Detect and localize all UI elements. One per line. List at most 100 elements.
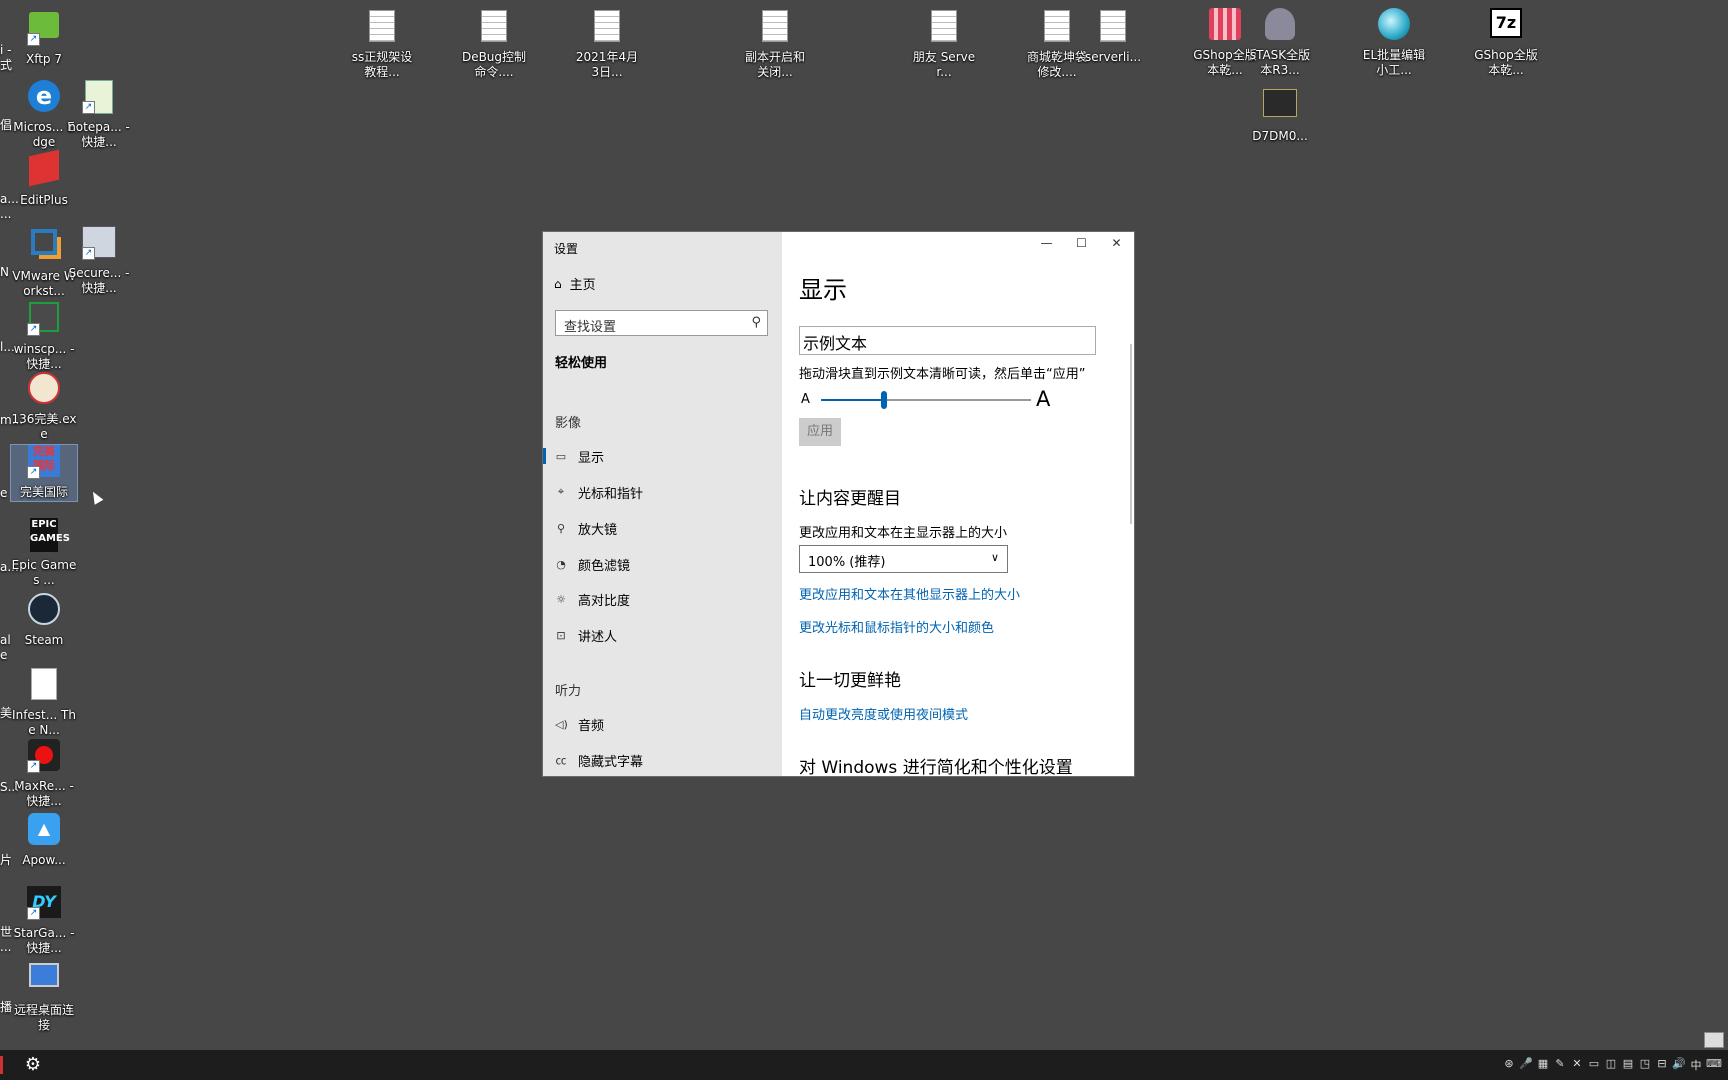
desktop-icon-doc-4[interactable]: 副本开启和关闭... <box>742 8 808 80</box>
desktop-icon-perfect-world[interactable]: 完美 国际 ↗ 完美国际 <box>10 444 78 502</box>
search-icon[interactable]: ⚲ <box>751 315 761 330</box>
tray-icon[interactable]: ▭ <box>1587 1057 1601 1073</box>
text-file-icon <box>1096 10 1130 44</box>
tray-icon[interactable]: ⊟ <box>1655 1057 1669 1073</box>
sidebar-item-label: 光标和指针 <box>578 486 644 502</box>
tray-icon[interactable]: ✕ <box>1570 1057 1584 1073</box>
narrator-icon: ⊡ <box>556 628 566 642</box>
sidebar-item-label: 颜色滤镜 <box>578 558 631 574</box>
link-cursor-size[interactable]: 更改光标和鼠标指针的大小和颜色 <box>799 617 994 636</box>
desktop-icon-infest[interactable]: Infest... The N... <box>11 666 77 738</box>
link-other-displays[interactable]: 更改应用和文本在其他显示器上的大小 <box>799 584 1020 603</box>
scale-dropdown[interactable]: 100% (推荐) ∨ <box>799 545 1008 573</box>
page-title: 显示 <box>799 276 847 304</box>
desktop-icon-doc-5[interactable]: 朋友 Server... <box>911 8 977 80</box>
desktop-icon-maxrecorder[interactable]: ↗ MaxRe... - 快捷... <box>11 739 77 809</box>
desktop-icon-remote-desktop[interactable]: 远程桌面连接 <box>11 960 77 1033</box>
notification-icon[interactable] <box>1704 1032 1724 1048</box>
desktop-icon-doc-2[interactable]: DeBug控制命令.... <box>461 8 527 80</box>
slider-track[interactable] <box>821 391 1031 409</box>
desktop-icon-136-exe[interactable]: 136完美.exe <box>11 372 77 442</box>
desktop-icon-doc-3[interactable]: 2021年4月3日... <box>574 8 640 80</box>
text-file-icon <box>758 10 792 44</box>
desktop-icon-steam[interactable]: Steam <box>11 593 77 648</box>
tray-icon[interactable]: ▦ <box>1536 1057 1550 1073</box>
section-hearing: 听力 <box>555 684 582 699</box>
sidebar-item-color-filter[interactable]: ◔ 颜色滤镜 <box>543 549 782 579</box>
scale-label: 更改应用和文本在主显示器上的大小 <box>799 526 1008 541</box>
desktop-icon-editplus[interactable]: EditPlus <box>11 149 77 208</box>
apply-button[interactable]: 应用 <box>799 418 841 446</box>
perfect-world-icon: 完美 国际 ↗ <box>27 445 61 479</box>
desktop-icon-doc-7[interactable]: serverli... <box>1080 8 1146 65</box>
category-title: 轻松使用 <box>555 356 608 371</box>
sidebar-item-label: 放大镜 <box>578 522 618 538</box>
desktop-icon-stask[interactable]: sTASK全版本R3... <box>1247 8 1313 78</box>
el-editor-icon <box>1377 8 1411 42</box>
slider-max-label: A <box>1036 387 1051 411</box>
tray-icon[interactable]: ◫ <box>1604 1057 1618 1073</box>
desktop-icon-notepad[interactable]: ↗ notepa... - 快捷... <box>66 80 132 150</box>
home-nav[interactable]: ⌂ 主页 <box>554 274 596 294</box>
game-exe-icon <box>27 372 61 406</box>
input-method-indicator[interactable]: 中 <box>1689 1057 1703 1073</box>
sidebar-item-cursor[interactable]: ⌖ 光标和指针 <box>543 477 782 507</box>
settings-sidebar: 设置 ⌂ 主页 查找设置 ⚲ 轻松使用 影像 ▭ 显示 ⌖ 光标和指针 ⚲ 放大… <box>543 232 782 776</box>
desktop-icon-epic-games[interactable]: EPIC GAMES Epic Games ... <box>11 518 77 588</box>
sidebar-item-audio[interactable]: ◁) 音频 <box>543 709 782 739</box>
text-size-slider[interactable]: A A <box>799 387 1054 411</box>
section-vision: 影像 <box>555 416 582 431</box>
section-title-visibility: 让内容更醒目 <box>799 489 901 509</box>
section-title-personalize: 对 Windows 进行简化和个性化设置 <box>799 758 1073 777</box>
text-file-icon <box>590 10 624 44</box>
sidebar-item-display[interactable]: ▭ 显示 <box>543 441 782 471</box>
settings-window: 设置 ⌂ 主页 查找设置 ⚲ 轻松使用 影像 ▭ 显示 ⌖ 光标和指针 ⚲ 放大… <box>542 231 1135 777</box>
vmware-icon <box>27 229 61 263</box>
desktop-icon-xftp[interactable]: ↗ Xftp 7 <box>11 8 77 67</box>
desktop-icon-stargame[interactable]: DY ↗ StarGa... - 快捷... <box>11 886 77 956</box>
minimize-button[interactable]: — <box>1029 232 1064 254</box>
desktop-icon-doc-1[interactable]: ss正规架设教程... <box>349 8 415 80</box>
sidebar-item-captions[interactable]: ㏄ 隐藏式字幕 <box>543 745 782 775</box>
slider-thumb[interactable] <box>881 391 887 409</box>
tray-icon[interactable]: ✎ <box>1553 1057 1567 1073</box>
maximize-button[interactable]: ☐ <box>1064 232 1099 254</box>
gshop-icon <box>1208 8 1242 42</box>
tray-icon[interactable]: ⊛ <box>1502 1057 1516 1073</box>
close-button[interactable]: ✕ <box>1099 232 1134 254</box>
desktop-icon-d7dm[interactable]: D7DM0... <box>1247 86 1313 144</box>
sidebar-item-label: 高对比度 <box>578 593 631 609</box>
epic-games-icon: EPIC GAMES <box>27 518 70 552</box>
chevron-down-icon: ∨ <box>990 551 999 564</box>
contrast-icon: ☼ <box>556 592 566 606</box>
sidebar-item-narrator[interactable]: ⊡ 讲述人 <box>543 620 782 650</box>
tray-icon[interactable]: ▤ <box>1621 1057 1635 1073</box>
desktop-icon-el-editor[interactable]: EL批量编辑小工... <box>1361 8 1427 78</box>
tray-icon[interactable]: ◳ <box>1638 1057 1652 1073</box>
desktop-icon-gshop-7z[interactable]: 7z GShop全版本乾... <box>1473 8 1539 78</box>
sidebar-item-high-contrast[interactable]: ☼ 高对比度 <box>543 584 782 614</box>
maxrecorder-icon: ↗ <box>27 739 61 773</box>
edge-label: e <box>0 486 8 500</box>
link-night-light[interactable]: 自动更改亮度或使用夜间模式 <box>799 704 968 723</box>
keyboard-icon[interactable]: ⌨ <box>1706 1057 1722 1073</box>
sidebar-item-magnifier[interactable]: ⚲ 放大镜 <box>543 513 782 543</box>
desktop-icon-securecrt[interactable]: ↗ Secure... - 快捷... <box>66 226 132 296</box>
slider-fill <box>821 399 884 401</box>
gear-icon[interactable]: ⚙ <box>22 1055 44 1075</box>
tray-icon[interactable]: 🎤 <box>1519 1057 1533 1073</box>
content-scrollbar[interactable] <box>1130 344 1132 524</box>
volume-icon[interactable]: 🔊 <box>1672 1057 1686 1073</box>
edge-label: ... <box>0 207 12 221</box>
settings-content: — ☐ ✕ 显示 示例文本 拖动滑块直到示例文本清晰可读，然后单击“应用” A … <box>782 232 1134 776</box>
desktop-icon-winscp[interactable]: ↗ winscp... - 快捷... <box>11 299 77 372</box>
sidebar-item-label: 讲述人 <box>578 629 618 645</box>
search-input[interactable]: 查找设置 ⚲ <box>555 310 768 336</box>
steam-icon <box>27 593 61 627</box>
edge-label: al <box>0 633 11 647</box>
sidebar-item-label: 显示 <box>578 450 605 466</box>
desktop-icon-apowersoft[interactable]: ▲ Apow... <box>11 813 77 868</box>
text-file-icon <box>365 10 399 44</box>
slider-hint: 拖动滑块直到示例文本清晰可读，然后单击“应用” <box>799 367 1086 382</box>
sample-text-box: 示例文本 <box>799 326 1096 355</box>
